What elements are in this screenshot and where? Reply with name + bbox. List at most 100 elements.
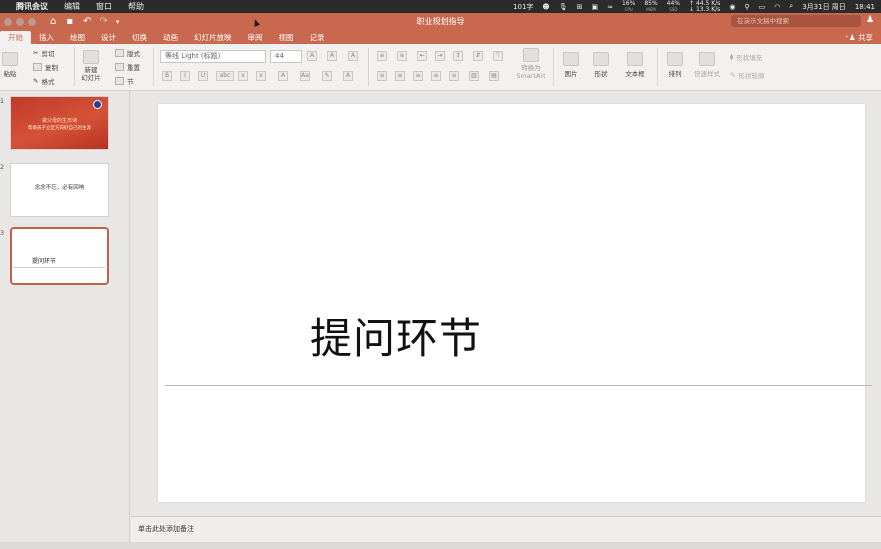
text-direction-icon[interactable]: ⇵ (473, 51, 483, 61)
quick-styles-button[interactable]: 快速样式 (692, 52, 722, 78)
message-icon[interactable]: ▣ (591, 3, 598, 11)
tab-home[interactable]: 开始 (0, 31, 31, 44)
battery-icon[interactable]: ▭ (759, 3, 766, 11)
superscript-icon[interactable]: x (238, 71, 248, 81)
tab-design[interactable]: 设计 (93, 31, 124, 44)
search-input[interactable]: 在演示文稿中搜索 (731, 15, 861, 27)
slide-divider-line (165, 385, 872, 386)
change-case-icon[interactable]: Aa (300, 71, 310, 81)
tab-animations[interactable]: 动画 (155, 31, 186, 44)
decrease-indent-icon[interactable]: ⇤ (417, 51, 427, 61)
numbering-icon[interactable]: ≡ (397, 51, 407, 61)
mem-stat: 85% MEM (644, 0, 658, 12)
cut-button[interactable]: ✂ 剪切 (33, 48, 54, 58)
subscript-icon[interactable]: x (256, 71, 266, 81)
section-icon (115, 77, 124, 85)
ribbon: 粘贴 ✂ 剪切 复制 ✎ 格式 新建 幻灯片 版式 重置 节 等线 Light (标… (0, 44, 881, 91)
tab-record[interactable]: 记录 (302, 31, 333, 44)
highlight-icon[interactable]: ✎ (322, 71, 332, 81)
underline-icon[interactable]: U (198, 71, 208, 81)
notes-pane[interactable]: 单击此处添加备注 (131, 516, 881, 542)
align-text-icon[interactable]: ⊤ (493, 51, 503, 61)
tab-review[interactable]: 审阅 (240, 31, 271, 44)
picture-button[interactable]: 图片 (560, 52, 582, 78)
section-button[interactable]: 节 (115, 76, 134, 86)
microphone-icon[interactable]: 🎙 (559, 3, 568, 11)
shape-button[interactable]: 形状 (590, 52, 612, 78)
shapes-icon (593, 52, 609, 66)
font-name-select[interactable]: 等线 Light (标题) (160, 50, 266, 63)
align-left-icon[interactable]: ≡ (377, 71, 387, 81)
antenna-icon[interactable]: ⚲ (744, 3, 749, 11)
scissors-icon: ✂ (33, 49, 39, 57)
slide-thumbnail-1[interactable]: 做父母的生日诗 帮助孩子立定方向好自己的生涯 (10, 96, 109, 150)
arrange-icon (667, 52, 683, 66)
wifi-icon[interactable]: ◠ (774, 3, 780, 11)
align-right-icon[interactable]: ≡ (413, 71, 423, 81)
thumbnail-subtitle: 帮助孩子立定方向好自己的生涯 (28, 126, 91, 131)
wechat-icon[interactable]: ◉ (729, 3, 735, 11)
paste-button[interactable]: 粘贴 (1, 52, 19, 78)
tab-transitions[interactable]: 切换 (124, 31, 155, 44)
slide-title[interactable]: 提问环节 (310, 305, 482, 366)
new-slide-icon (83, 50, 99, 64)
menubar: 腾讯会议 编辑 窗口 帮助 101字 ☻ 🎙 ⊞ ▣ ≈ 16% CPU 85% M… (0, 0, 881, 13)
tab-view[interactable]: 视图 (271, 31, 302, 44)
slide-thumbnail-2[interactable]: 念念不忘，必有回响 (10, 163, 109, 217)
decrease-font-icon[interactable]: A (327, 51, 337, 61)
shape-outline-button[interactable]: ✎ 形状轮廓 (730, 70, 764, 80)
menu-window[interactable]: 窗口 (96, 1, 112, 12)
clear-format-icon[interactable]: A (348, 51, 358, 61)
tab-draw[interactable]: 绘图 (62, 31, 93, 44)
increase-font-icon[interactable]: A (307, 51, 317, 61)
font-color-icon[interactable]: A (343, 71, 353, 81)
reset-button[interactable]: 重置 (115, 62, 140, 72)
slide-thumbnail-3[interactable]: 提问环节 (10, 227, 109, 285)
account-icon[interactable]: ♟ (866, 15, 877, 27)
menu-app-name[interactable]: 腾讯会议 (16, 1, 48, 12)
distributed-icon[interactable]: ≡ (449, 71, 459, 81)
format-painter-button[interactable]: ✎ 格式 (33, 76, 54, 86)
slide-number: 3 (0, 229, 5, 237)
tab-slideshow[interactable]: 幻灯片放映 (186, 31, 240, 44)
bold-icon[interactable]: B (162, 71, 172, 81)
justify-icon[interactable]: ≡ (431, 71, 441, 81)
share-button[interactable]: ⁺♟ 共享 (845, 32, 873, 43)
ribbon-tabs: 开始 插入 绘图 设计 切换 动画 幻灯片放映 审阅 视图 记录 ⁺♟ 共享 (0, 30, 881, 44)
convert-smartart-button[interactable]: 转换为 SmartArt (515, 48, 547, 80)
word-count: 101字 (513, 2, 534, 11)
network-stat: ↑ 44.5 K/s ↓ 13.3 K/s (689, 0, 721, 13)
new-slide-button[interactable]: 新建 幻灯片 (80, 50, 102, 82)
line-spacing-icon[interactable]: ↕ (453, 51, 463, 61)
bullets-icon[interactable]: ≡ (377, 51, 387, 61)
arrange-button[interactable]: 排列 (664, 52, 686, 78)
wave-icon[interactable]: ≈ (607, 3, 613, 11)
textbox-button[interactable]: 文本框 (622, 52, 648, 78)
copy-button[interactable]: 复制 (33, 62, 58, 72)
text-box-align-icon[interactable]: ▤ (489, 71, 499, 81)
face-icon[interactable]: ☻ (542, 3, 549, 11)
time: 18:41 (854, 2, 875, 11)
character-spacing-icon[interactable]: A (278, 71, 288, 81)
shape-fill-button[interactable]: ⧫ 形状填充 (730, 52, 762, 62)
ssd-stat: 44% SSD (666, 0, 681, 12)
grid-icon[interactable]: ⊞ (577, 3, 583, 11)
notes-placeholder: 单击此处添加备注 (138, 525, 194, 533)
align-center-icon[interactable]: ≡ (395, 71, 405, 81)
columns-icon[interactable]: ▥ (469, 71, 479, 81)
textbox-icon (627, 52, 643, 66)
tab-insert[interactable]: 插入 (31, 31, 62, 44)
thumbnail-title: 念念不忘，必有回响 (34, 185, 85, 191)
increase-indent-icon[interactable]: ⇥ (435, 51, 445, 61)
italic-icon[interactable]: I (180, 71, 190, 81)
strikethrough-icon[interactable]: abc (216, 71, 234, 81)
slide-number: 2 (0, 163, 5, 171)
layout-button[interactable]: 版式 (115, 48, 140, 58)
current-slide[interactable]: 提问环节 (158, 104, 872, 502)
picture-icon (563, 52, 579, 66)
menu-edit[interactable]: 编辑 (64, 1, 80, 12)
search-icon[interactable]: ⌕ (789, 2, 793, 11)
font-size-select[interactable]: 44 (270, 50, 302, 63)
menu-help[interactable]: 帮助 (128, 1, 144, 12)
layout-icon (115, 49, 124, 57)
